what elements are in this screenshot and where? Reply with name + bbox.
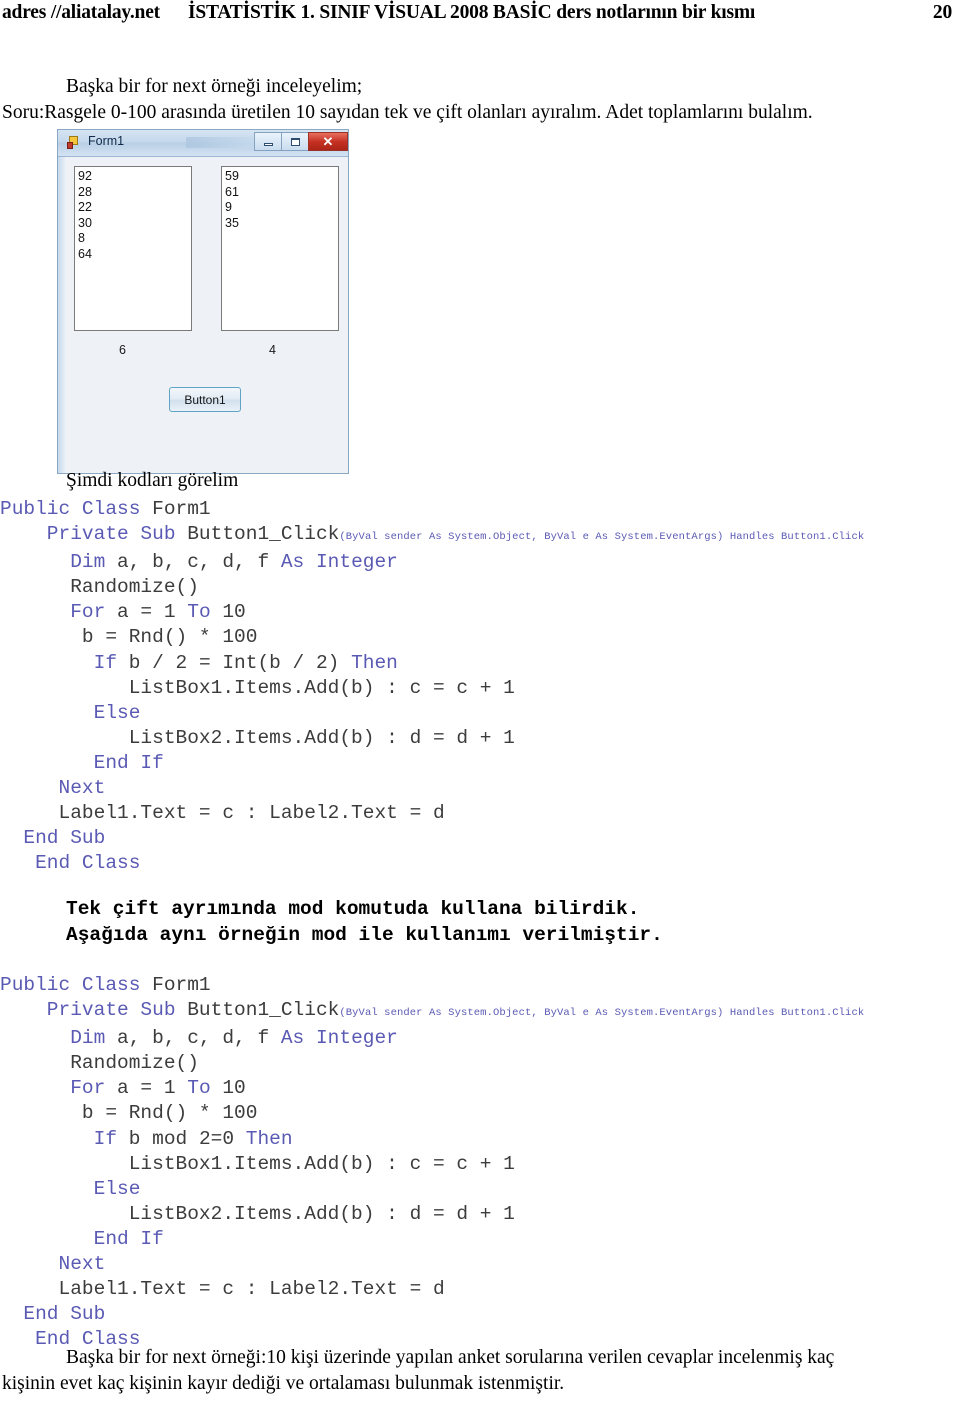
outro-line-2: kişinin evet kaç kişinin kayır dediği ve… [2, 1373, 565, 1394]
code1-l04: Randomize() [0, 576, 199, 599]
code2-l09-else: Else [0, 1177, 141, 1200]
code1-signature: (ByVal sender As System.Object, ByVal e … [339, 531, 865, 544]
code1-l08: ListBox1.Items.Add(b) : c = c + 1 [0, 676, 515, 699]
code2-l07-then: Then [245, 1127, 293, 1150]
outro-paragraph: Başka bir for next örneği:10 kişi üzerin… [0, 1345, 960, 1397]
code2-l04: Randomize() [0, 1052, 199, 1075]
simdi-kodlari-gorelim-text: Şimdi kodları görelim [66, 470, 239, 491]
code1-l01-keyword: Public Class [0, 498, 153, 520]
code1-l05-to: To [187, 601, 211, 624]
code-block-2: Public Class Form1 Private Sub Button1_C… [0, 973, 960, 1352]
code1-l01-ident: Form1 [152, 498, 211, 520]
label2: 4 [269, 343, 276, 357]
code2-l05-for: For [0, 1077, 118, 1100]
listbox1-item[interactable]: 8 [78, 231, 191, 247]
mod-note-line-2: Aşağıda aynı örneğin mod ile kullanımı v… [66, 924, 663, 946]
form1-window-screenshot: Form1 ✕ 92 28 22 30 8 64 59 61 9 35 6 4 Button1 [57, 129, 349, 474]
code1-l05-expr: a = 1 [117, 601, 188, 624]
code1-l07-then: Then [351, 651, 398, 674]
listbox1[interactable]: 92 28 22 30 8 64 [74, 166, 192, 331]
intro-line-1: Başka bir for next örneği inceleyelim; [66, 76, 363, 97]
code1-l03-type: As Integer [280, 551, 398, 574]
code1-l05-for: For [0, 601, 118, 624]
code1-l03-vars: a, b, c, d, f [117, 551, 281, 574]
form-icon [67, 136, 81, 150]
page-header: adres //aliatalay.net İSTATİSTİK 1. SINI… [0, 2, 960, 32]
code1-l02-keyword: Private Sub [0, 523, 188, 546]
listbox2-item[interactable]: 9 [225, 200, 338, 216]
code2-l01-ident: Form1 [152, 974, 211, 996]
code1-l13: Label1.Text = c : Label2.Text = d [0, 802, 445, 825]
code1-l02-ident: Button1_Click [187, 523, 340, 546]
code2-l08: ListBox1.Items.Add(b) : c = c + 1 [0, 1152, 515, 1175]
code2-l07-cond: b mod 2=0 [128, 1127, 246, 1150]
maximize-icon[interactable] [281, 132, 308, 151]
code2-l02-ident: Button1_Click [187, 999, 340, 1022]
form1-title-text: Form1 [88, 134, 125, 148]
code2-l13: Label1.Text = c : Label2.Text = d [0, 1278, 445, 1301]
listbox1-item[interactable]: 64 [78, 247, 191, 263]
code2-l05-to: To [187, 1077, 211, 1100]
listbox1-item[interactable]: 22 [78, 200, 191, 216]
listbox1-item[interactable]: 28 [78, 185, 191, 201]
code2-l06: b = Rnd() * 100 [0, 1102, 258, 1125]
intro-line-2: Soru:Rasgele 0-100 arasında üretilen 10 … [2, 102, 813, 123]
code1-l07-if: If [0, 651, 129, 674]
code1-l07-cond: b / 2 = Int(b / 2) [128, 651, 352, 674]
listbox1-item[interactable]: 92 [78, 169, 191, 185]
minimize-icon[interactable] [254, 132, 281, 151]
button1[interactable]: Button1 [169, 387, 241, 412]
code1-l12-next: Next [0, 777, 106, 800]
code1-l14-endsub: End Sub [0, 827, 106, 850]
code2-l11-endif: End If [0, 1227, 164, 1250]
titlebar-ghost-artifact [186, 137, 258, 148]
mod-note: Tek çift ayrımında mod komutuda kullana … [66, 896, 663, 948]
code2-l01-keyword: Public Class [0, 974, 153, 996]
intro-paragraph: Başka bir for next örneği inceleyelim; S… [0, 74, 960, 126]
code2-l05-expr: a = 1 [117, 1077, 188, 1100]
header-site-address: adres //aliatalay.net [2, 2, 160, 23]
code2-l07-if: If [0, 1127, 129, 1150]
code1-l05-end: 10 [210, 601, 246, 624]
code2-l03-type: As Integer [280, 1027, 398, 1050]
outro-line-1: Başka bir for next örneği:10 kişi üzerin… [66, 1347, 835, 1368]
code1-l10: ListBox2.Items.Add(b) : d = d + 1 [0, 726, 515, 749]
code1-l11-endif: End If [0, 751, 164, 774]
label1: 6 [119, 343, 126, 357]
listbox2[interactable]: 59 61 9 35 [221, 166, 339, 331]
code1-l15-endclass: End Class [0, 852, 141, 875]
code2-signature: (ByVal sender As System.Object, ByVal e … [339, 1007, 865, 1020]
form1-titlebar: Form1 ✕ [58, 130, 348, 157]
code1-l03-keyword: Dim [0, 551, 118, 574]
listbox2-item[interactable]: 59 [225, 169, 338, 185]
code2-l10: ListBox2.Items.Add(b) : d = d + 1 [0, 1202, 515, 1225]
code2-l14-endsub: End Sub [0, 1303, 106, 1326]
mod-note-line-1: Tek çift ayrımında mod komutuda kullana … [66, 898, 640, 920]
listbox2-item[interactable]: 61 [225, 185, 338, 201]
window-controls[interactable]: ✕ [254, 132, 348, 152]
listbox2-item[interactable]: 35 [225, 216, 338, 232]
code2-l05-end: 10 [210, 1077, 246, 1100]
listbox1-item[interactable]: 30 [78, 216, 191, 232]
code1-l09-else: Else [0, 701, 141, 724]
code1-l06: b = Rnd() * 100 [0, 626, 258, 649]
code2-l03-keyword: Dim [0, 1027, 118, 1050]
code2-l03-vars: a, b, c, d, f [117, 1027, 281, 1050]
window-left-edge [58, 130, 65, 473]
close-icon[interactable]: ✕ [308, 132, 348, 151]
page-number: 20 [932, 2, 952, 23]
code2-l12-next: Next [0, 1253, 106, 1276]
code-block-1: Public Class Form1 Private Sub Button1_C… [0, 497, 960, 876]
page-title: İSTATİSTİK 1. SINIF VİSUAL 2008 BASİC de… [187, 2, 756, 23]
code2-l02-keyword: Private Sub [0, 999, 188, 1022]
